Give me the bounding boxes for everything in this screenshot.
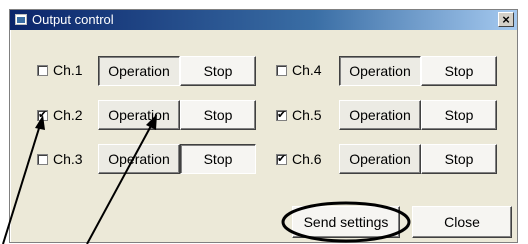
annotation-arrow-operation — [86, 114, 157, 244]
annotation-arrow-checkbox — [2, 115, 45, 244]
annotation-ellipse-send — [281, 201, 411, 243]
annotation-overlay — [2, 114, 411, 244]
